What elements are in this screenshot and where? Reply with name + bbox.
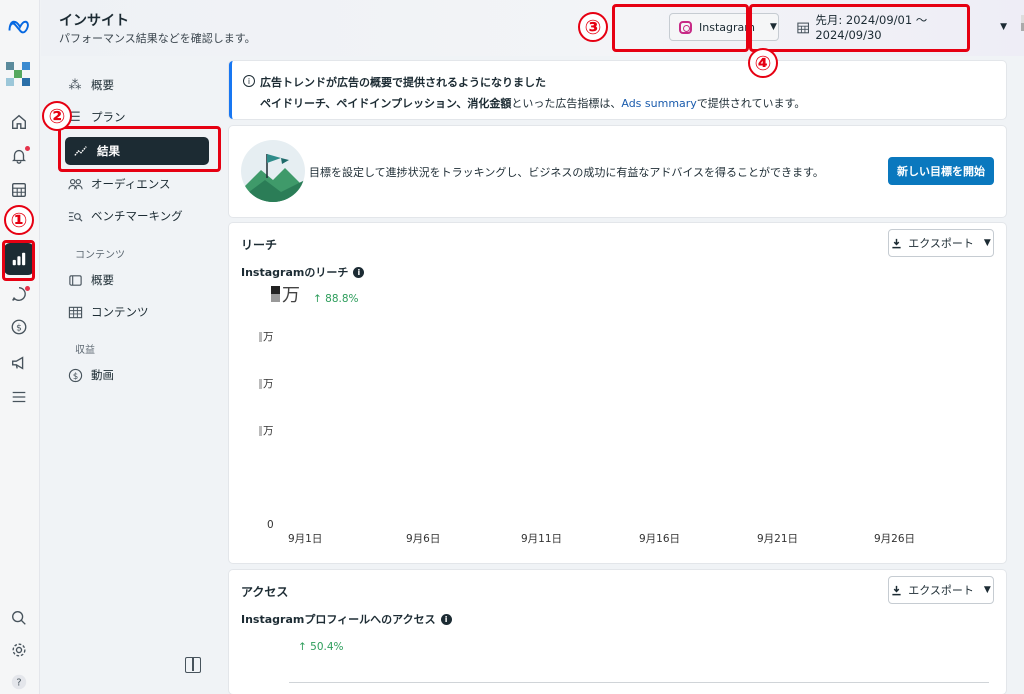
y-tick: 万 (259, 423, 274, 438)
access-growth: ↑ 50.4% (298, 641, 344, 653)
nav-item-label: 動画 (91, 368, 114, 382)
network-icon: ⁂ (68, 77, 82, 93)
annotation-box-2 (58, 126, 221, 172)
left-icon-rail: ▮ $ ? (0, 0, 40, 694)
export-label: エクスポート (908, 237, 974, 250)
download-icon (892, 585, 901, 595)
x-tick: 9月1日 (288, 533, 323, 545)
goal-flag-illustration (241, 140, 305, 202)
export-button[interactable]: エクスポート ▼ (888, 576, 994, 604)
nav-item-label: コンテンツ (91, 305, 149, 319)
svg-text:$: $ (72, 370, 77, 380)
monetization-dollar-icon[interactable]: $ (8, 316, 30, 338)
reach-card: リーチ エクスポート ▼ Instagramのリーチ i 万 ↑ 88.8% 万… (229, 223, 1006, 563)
nav-item-overview[interactable]: ⁂ 概要 (67, 71, 217, 99)
goal-description: 目標を設定して進捗状況をトラッキングし、ビジネスの成功に有益なアドバイスを得るこ… (309, 166, 824, 179)
redacted-number (271, 286, 280, 302)
access-card: アクセス エクスポート ▼ Instagramプロフィールへのアクセス i ↑ … (229, 570, 1006, 694)
page-title: インサイト (59, 13, 129, 29)
x-tick: 9月21日 (757, 533, 799, 545)
x-tick: 9月11日 (521, 533, 563, 545)
cards-icon (67, 272, 83, 288)
y-tick: 万 (259, 376, 274, 391)
banner-body: ペイドリーチ、ペイドインプレッション、消化金額といった広告指標は、Ads sum… (260, 95, 805, 111)
megaphone-icon[interactable] (8, 352, 30, 374)
reach-value-unit: 万 (282, 285, 300, 306)
svg-text:?: ? (16, 678, 21, 689)
export-button[interactable]: エクスポート ▼ (888, 229, 994, 257)
annotation-marker-2: ② (42, 101, 72, 131)
help-icon[interactable]: ? (8, 671, 30, 693)
banner-text-end: で提供されています。 (696, 97, 806, 110)
page-avatar[interactable] (6, 62, 32, 88)
export-label: エクスポート (908, 584, 974, 597)
annotation-marker-3: ③ (578, 12, 608, 42)
info-banner: i 広告トレンドが広告の概要で提供されるようになりました ペイドリーチ、ペイドイ… (229, 61, 1006, 119)
settings-gear-icon[interactable] (8, 639, 30, 661)
reach-metric-title: Instagramのリーチ i (241, 264, 365, 280)
inbox-dot (25, 286, 30, 291)
nav-item-audience[interactable]: オーディエンス (67, 170, 217, 198)
ads-summary-link[interactable]: Ads summary (621, 97, 696, 110)
nav-item-label: オーディエンス (91, 177, 171, 191)
access-metric-label: Instagramプロフィールへのアクセス (241, 613, 436, 626)
nav-item-label: ベンチマーキング (91, 209, 183, 223)
meta-logo-icon[interactable] (6, 16, 34, 38)
banner-bold-text: ペイドリーチ、ペイドインプレッション、消化金額 (260, 97, 512, 110)
x-tick: 9月16日 (639, 533, 681, 545)
annotation-marker-1: ① (4, 205, 34, 235)
nav-item-label: 概要 (91, 78, 114, 92)
search-icon[interactable] (8, 607, 30, 629)
banner-text: といった広告指標は、 (511, 97, 622, 110)
benchmark-icon (67, 208, 83, 224)
people-icon (67, 176, 83, 192)
info-icon: i (243, 75, 255, 87)
download-icon (892, 238, 901, 248)
annotation-marker-4: ④ (748, 48, 778, 78)
home-icon[interactable] (8, 111, 30, 133)
section-label-content: コンテンツ (75, 250, 125, 261)
menu-icon[interactable] (8, 386, 30, 408)
info-badge-icon[interactable]: i (440, 613, 452, 625)
caret-down-icon: ▼ (1000, 22, 1007, 32)
banner-title: 広告トレンドが広告の概要で提供されるようになりました (260, 76, 546, 89)
calendar-grid-icon[interactable] (8, 179, 30, 201)
dollar-icon: $ (67, 367, 83, 383)
nav-item-label: プラン (91, 110, 126, 124)
nav-item-label: 概要 (91, 273, 114, 287)
annotation-box-3 (612, 4, 749, 52)
nav-item-video[interactable]: $ 動画 (67, 361, 217, 389)
y-tick: 0 (267, 519, 274, 531)
collapse-panel-icon[interactable] (185, 657, 201, 673)
section-label-revenue: 収益 (75, 345, 95, 356)
info-badge-icon[interactable]: i (353, 266, 365, 278)
reach-total-value: 万 (271, 281, 300, 307)
reach-metric-label: Instagramのリーチ (241, 266, 349, 279)
annotation-box-4 (749, 4, 970, 52)
start-new-goal-button[interactable]: 新しい目標を開始 (888, 157, 994, 185)
reach-growth: ↑ 88.8% (313, 293, 359, 305)
nav-item-content-overview[interactable]: 概要 (67, 266, 217, 294)
access-title: アクセス (241, 585, 289, 599)
reach-title: リーチ (241, 238, 278, 252)
x-tick: 9月26日 (874, 533, 916, 545)
table-icon (67, 304, 83, 320)
goal-card: 目標を設定して進捗状況をトラッキングし、ビジネスの成功に有益なアドバイスを得るこ… (229, 126, 1006, 217)
nav-item-content[interactable]: コンテンツ (67, 298, 217, 326)
annotation-box-1 (2, 240, 35, 281)
chart-baseline (289, 682, 989, 683)
access-metric-title: Instagramプロフィールへのアクセス i (241, 611, 452, 627)
x-tick: 9月6日 (406, 533, 441, 545)
nav-item-benchmarking[interactable]: ベンチマーキング (67, 202, 217, 230)
y-tick: 万 (259, 329, 274, 344)
svg-text:$: $ (16, 324, 22, 334)
page-subtitle: パフォーマンス結果などを確認します。 (59, 32, 256, 45)
caret-down-icon: ▼ (983, 238, 991, 248)
caret-down-icon: ▼ (983, 585, 991, 595)
notification-dot (25, 146, 30, 151)
